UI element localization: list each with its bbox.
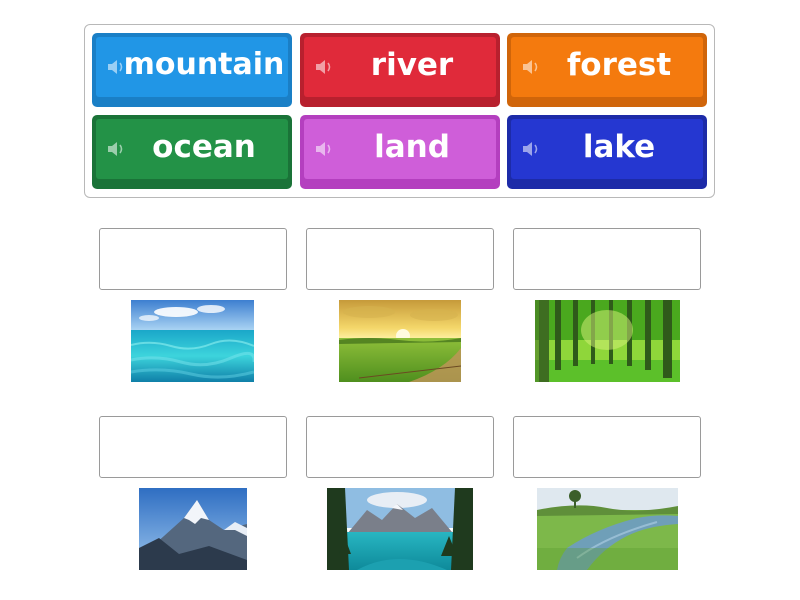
word-tile-river[interactable]: river (300, 33, 500, 107)
tile-label: land (374, 129, 450, 165)
drop-slot-6[interactable] (513, 416, 701, 478)
forest-photo (535, 300, 680, 382)
word-tile-lake[interactable]: lake (507, 115, 707, 189)
drop-slot-2[interactable] (306, 228, 494, 290)
tile-label: mountain (123, 47, 285, 82)
drop-slot-5[interactable] (306, 416, 494, 478)
word-tile-land[interactable]: land (300, 115, 500, 189)
drop-slot-3[interactable] (513, 228, 701, 290)
drop-slot-1[interactable] (99, 228, 287, 290)
tile-label: ocean (152, 129, 256, 165)
land-photo (339, 300, 461, 382)
ocean-photo (131, 300, 254, 382)
tile-label: lake (582, 129, 656, 165)
mountain-photo (139, 488, 247, 570)
river-photo (537, 488, 678, 570)
lake-photo (327, 488, 473, 570)
tile-label: river (370, 47, 454, 83)
drop-slot-4[interactable] (99, 416, 287, 478)
tile-label: forest (566, 47, 672, 83)
word-tile-forest[interactable]: forest (507, 33, 707, 107)
word-tile-mountain[interactable]: mountain (92, 33, 292, 107)
word-tile-ocean[interactable]: ocean (92, 115, 292, 189)
